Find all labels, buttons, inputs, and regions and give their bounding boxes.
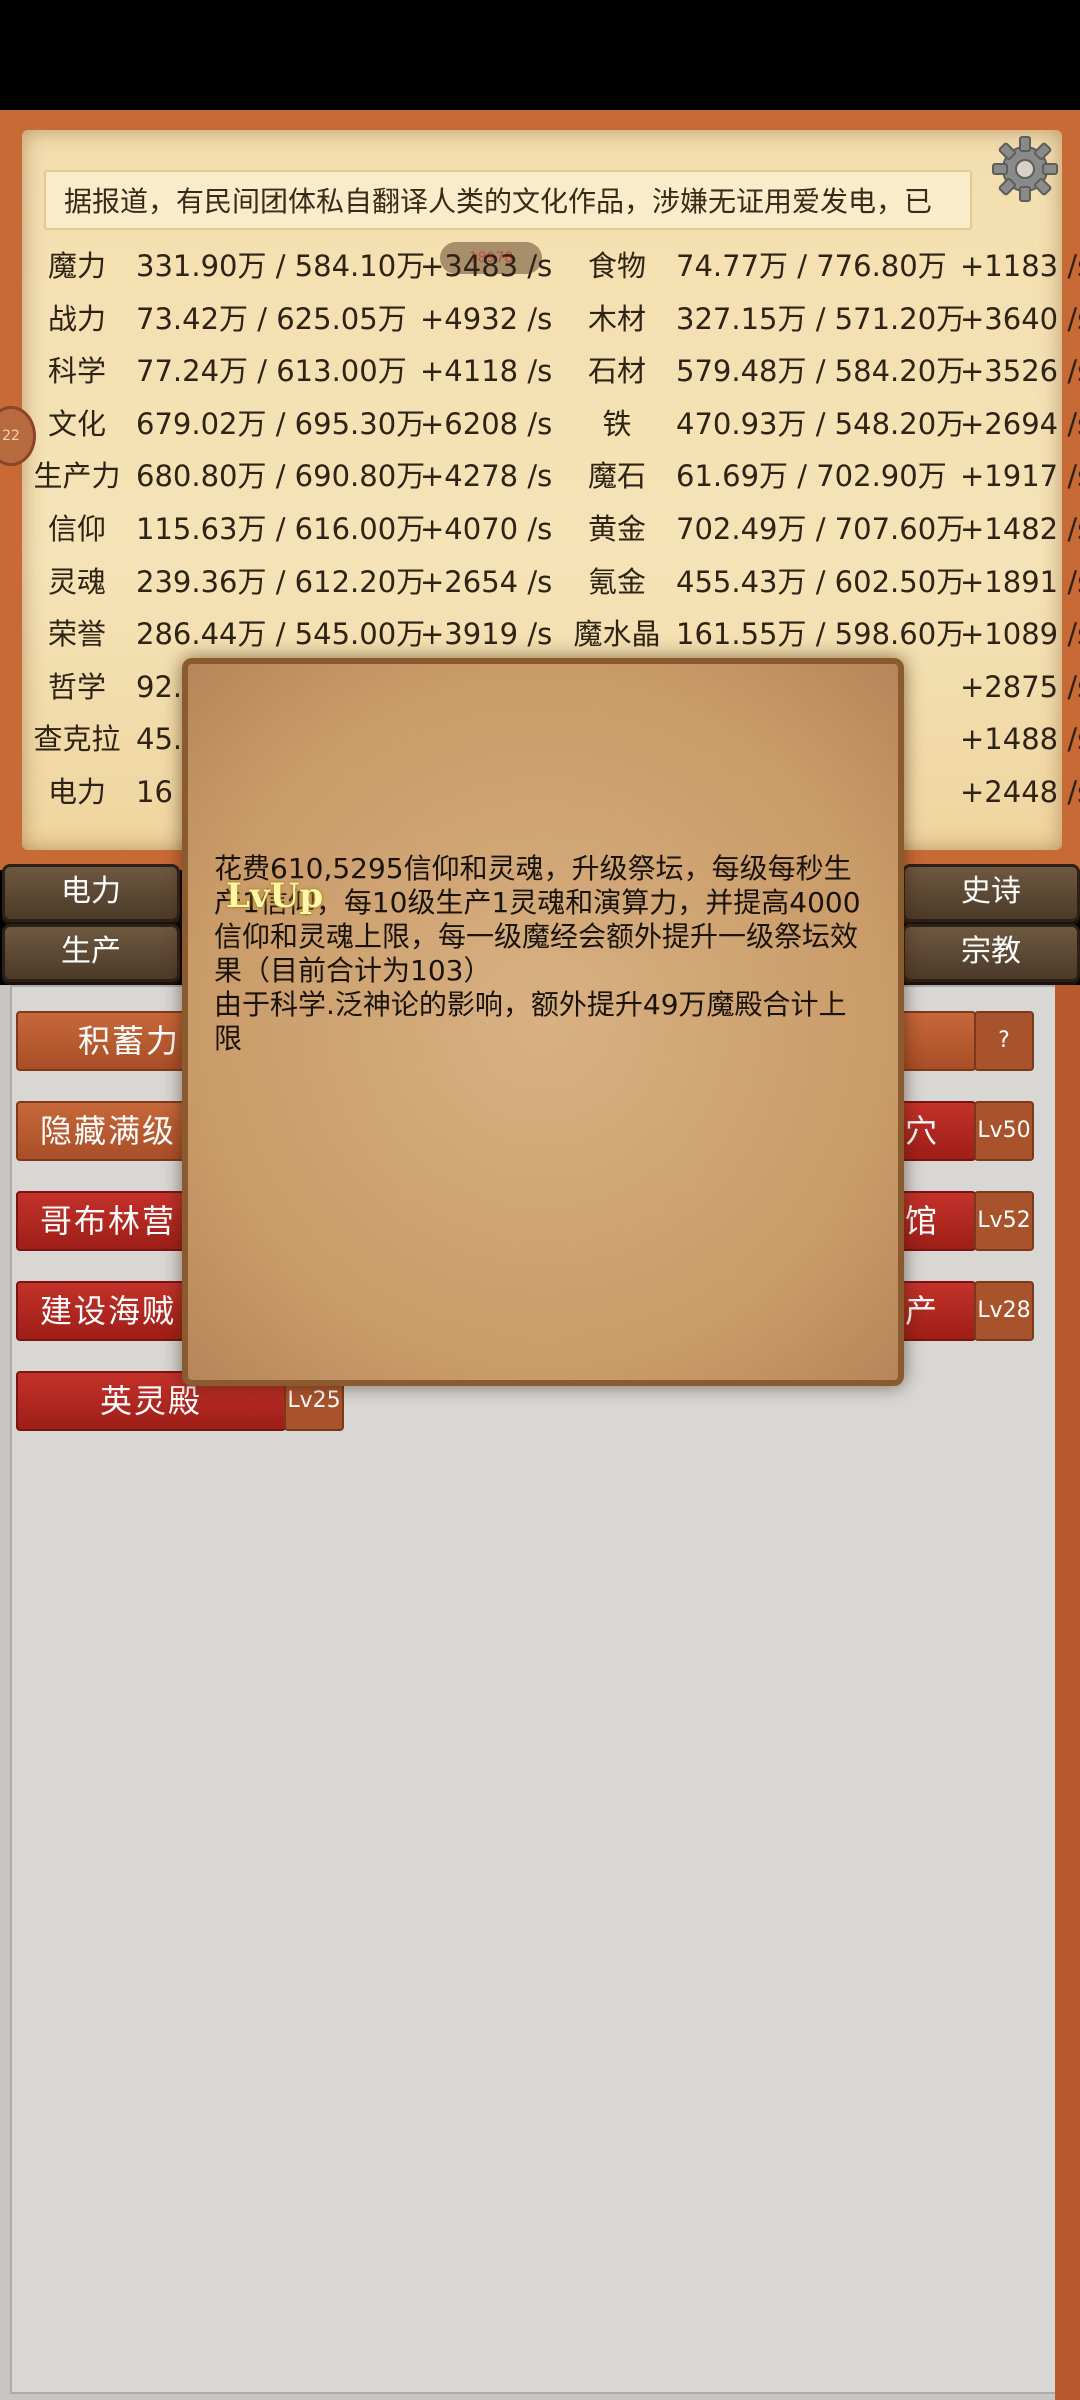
resource-name: 魔水晶	[573, 617, 661, 652]
help-button[interactable]: ?	[974, 1011, 1034, 1071]
tab-religion[interactable]: 宗教	[902, 924, 1080, 982]
resource-name: 魔石	[587, 459, 646, 494]
resource-row: 黄金 702.49万 / 707.60万 +1482 /s	[0, 504, 1080, 554]
resource-rate: +2448 /s	[960, 775, 1080, 809]
resource-value: 702.49万 / 707.60万	[676, 512, 966, 546]
accumulate-label: 积蓄力	[78, 1022, 181, 1060]
tooltip-bonus-text: 由于科学.泛神论的影响，额外提升49万魔殿合计上限	[214, 988, 847, 1055]
resource-value: 470.93万 / 548.20万	[676, 406, 966, 441]
hide-max-button[interactable]: 隐藏满级	[16, 1101, 200, 1161]
resource-name: 铁	[602, 406, 632, 441]
resource-row: 魔水晶 161.55万 / 598.60万 +1089 /s	[0, 609, 1080, 659]
resource-rate: +3640 /s	[960, 301, 1080, 336]
resource-value: 327.15万 / 571.20万	[676, 301, 966, 336]
resource-rate: +1482 /s	[960, 512, 1080, 546]
resource-row: 铁 470.93万 / 548.20万 +2694 /s	[0, 399, 1080, 449]
resource-value: 455.43万 / 602.50万	[676, 564, 966, 599]
resource-row: 木材 327.15万 / 571.20万 +3640 /s	[0, 294, 1080, 344]
resource-name: 黄金	[587, 512, 646, 546]
resource-value: 161.55万 / 598.60万	[676, 617, 966, 652]
resource-row: 氪金 455.43万 / 602.50万 +1891 /s	[0, 557, 1080, 607]
gear-icon[interactable]	[990, 134, 1060, 204]
resource-value: 579.48万 / 584.20万	[676, 354, 966, 389]
resource-value: 74.77万 / 776.80万	[676, 249, 947, 283]
resource-name: 氪金	[587, 564, 646, 599]
scrollbar[interactable]	[1055, 985, 1080, 2400]
building-tooltip: 花费610,5295信仰和灵魂，升级祭坛，每级每秒生产1信仰，每10级生产1灵魂…	[182, 658, 904, 1386]
pirate-button[interactable]: 建设海贼	[16, 1281, 200, 1341]
level-badge-2: Lv52	[974, 1191, 1034, 1251]
tooltip-cost-text: 花费610,5295信仰和灵魂，升级祭坛，每级每秒生产1信仰，每10级生产1灵魂…	[214, 852, 861, 987]
resource-rate: +1891 /s	[960, 564, 1080, 599]
level-badge-1: Lv50	[974, 1101, 1034, 1161]
resource-row: 魔石 61.69万 / 702.90万 +1917 /s	[0, 451, 1080, 501]
resource-rate: +1488 /s	[960, 722, 1080, 757]
tab-epic[interactable]: 史诗	[902, 864, 1080, 922]
level-badge-3: Lv28	[974, 1281, 1034, 1341]
tab-production[interactable]: 生产	[2, 924, 180, 982]
resource-rate: +1917 /s	[960, 459, 1080, 494]
lvup-label: LvUp	[226, 876, 324, 916]
resource-row: 食物 74.77万 / 776.80万 +1183 /s	[0, 241, 1080, 291]
resource-rate: +3526 /s	[960, 354, 1080, 389]
resource-name: 石材	[587, 354, 646, 389]
resource-rate: +2694 /s	[960, 406, 1080, 441]
tab-electric[interactable]: 电力	[2, 864, 180, 922]
resource-value: 61.69万 / 702.90万	[676, 459, 947, 494]
news-ticker: 据报道，有民间团体私自翻译人类的文化作品，涉嫌无证用爱发电，已	[44, 170, 972, 230]
resource-rate: +2875 /s	[960, 669, 1080, 704]
goblin-camp-button[interactable]: 哥布林营	[16, 1191, 200, 1251]
resource-row: 石材 579.48万 / 584.20万 +3526 /s	[0, 346, 1080, 396]
resource-rate: +1089 /s	[960, 617, 1080, 652]
resource-name: 食物	[587, 249, 646, 283]
status-bar	[0, 0, 1080, 110]
resource-rate: +1183 /s	[960, 249, 1080, 283]
resource-name: 木材	[587, 301, 646, 336]
